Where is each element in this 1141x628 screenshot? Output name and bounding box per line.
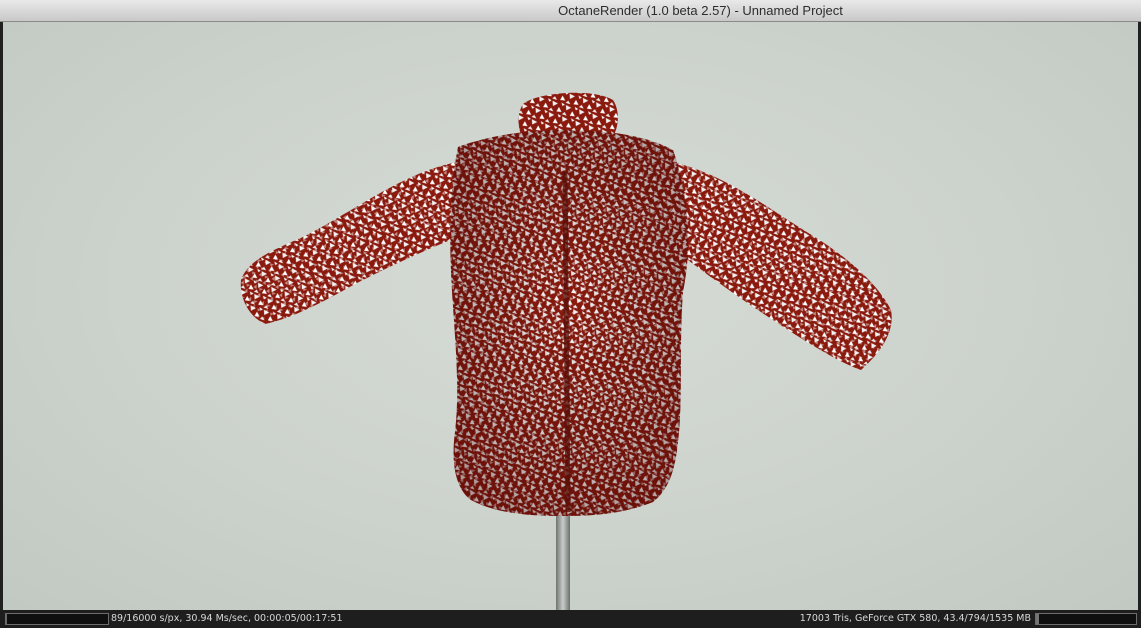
scene-stats: 17003 Tris, GeForce GTX 580, 43.4/794/15… bbox=[799, 613, 1031, 624]
render-viewport[interactable] bbox=[3, 22, 1138, 610]
title-bar[interactable]: OctaneRender (1.0 beta 2.57) - Unnamed P… bbox=[0, 0, 1141, 22]
octane-window: OctaneRender (1.0 beta 2.57) - Unnamed P… bbox=[0, 0, 1141, 628]
render-progress-bar bbox=[5, 613, 109, 625]
shirt-model bbox=[240, 92, 892, 516]
render-stats: 89/16000 s/px, 30.94 Ms/sec, 00:00:05/00… bbox=[111, 613, 343, 624]
render-image bbox=[240, 92, 892, 610]
memory-usage-bar bbox=[1035, 613, 1137, 625]
render-progress-fill bbox=[6, 614, 7, 624]
window-title: OctaneRender (1.0 beta 2.57) - Unnamed P… bbox=[558, 3, 843, 18]
status-bar: 89/16000 s/px, 30.94 Ms/sec, 00:00:05/00… bbox=[0, 610, 1141, 628]
memory-usage-fill bbox=[1036, 614, 1039, 624]
